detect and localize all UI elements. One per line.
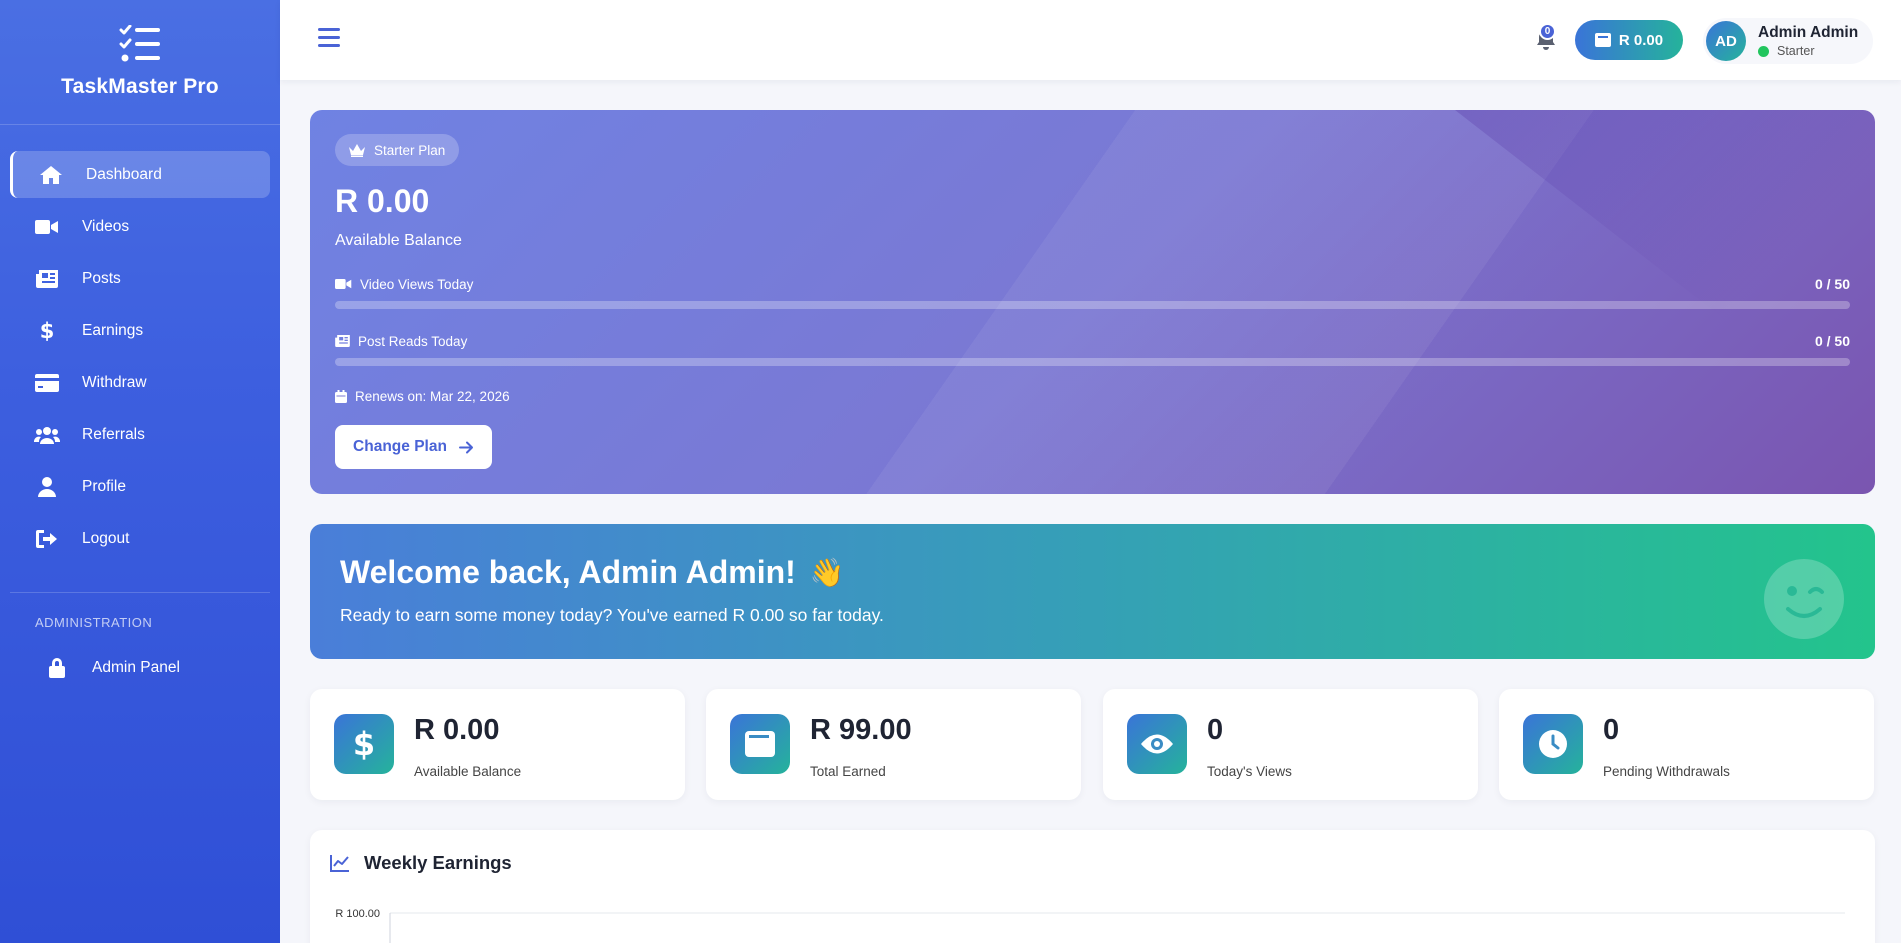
- sidebar-nav: Dashboard Videos Posts $ Earnings Withdr…: [0, 125, 280, 691]
- progress-value: 0 / 50: [1814, 276, 1850, 292]
- wink-face-icon: [1764, 559, 1844, 639]
- users-icon: [34, 424, 60, 446]
- wallet-balance: R 0.00: [1618, 31, 1664, 49]
- sidebar: TaskMaster Pro Dashboard Videos Posts $ …: [0, 0, 280, 943]
- stat-pending-withdrawals: 0 Pending Withdrawals: [1499, 689, 1874, 800]
- wallet-icon: [730, 714, 790, 774]
- plan-card: Starter Plan R 0.00 Available Balance Vi…: [310, 110, 1875, 494]
- progress-track: [335, 301, 1850, 309]
- user-status: Starter: [1758, 44, 1858, 58]
- stat-label: Total Earned: [810, 764, 886, 779]
- plan-balance-label: Available Balance: [335, 232, 462, 249]
- dollar-icon: $: [334, 714, 394, 774]
- status-dot-icon: [1758, 45, 1769, 57]
- stat-value: 0: [1603, 714, 1620, 746]
- welcome-banner: Welcome back, Admin Admin! 👋 Ready to ea…: [310, 524, 1875, 659]
- sidebar-item-profile[interactable]: Profile: [10, 463, 270, 510]
- notification-badge: 0: [1539, 23, 1556, 40]
- chart-title-text: Weekly Earnings: [364, 852, 512, 873]
- sidebar-item-posts[interactable]: Posts: [10, 255, 270, 302]
- stat-value: R 99.00: [810, 714, 912, 746]
- lock-icon: [44, 657, 70, 679]
- user-menu[interactable]: AD Admin Admin Starter: [1703, 18, 1873, 64]
- sidebar-item-label: Logout: [82, 529, 130, 547]
- renewal-text: Renews on: Mar 22, 2026: [355, 389, 510, 404]
- sidebar-item-label: Earnings: [82, 321, 144, 339]
- sidebar-item-label: Admin Panel: [92, 658, 180, 676]
- newspaper-icon: [335, 335, 350, 347]
- stat-label: Available Balance: [414, 764, 522, 779]
- brand: TaskMaster Pro: [0, 0, 280, 125]
- welcome-title: Welcome back, Admin Admin! 👋: [340, 554, 845, 591]
- sidebar-item-label: Dashboard: [86, 165, 162, 183]
- menu-toggle-icon[interactable]: [318, 28, 340, 50]
- crown-icon: [349, 143, 365, 157]
- sidebar-item-label: Referrals: [82, 425, 145, 443]
- sidebar-item-withdraw[interactable]: Withdraw: [10, 359, 270, 406]
- home-icon: [38, 164, 64, 186]
- stat-value: 0: [1207, 714, 1224, 746]
- progress-label: Video Views Today: [360, 276, 474, 292]
- sidebar-section-title: ADMINISTRATION: [35, 615, 153, 630]
- welcome-title-text: Welcome back, Admin Admin!: [340, 554, 796, 590]
- plan-badge-label: Starter Plan: [374, 142, 446, 158]
- sidebar-item-label: Posts: [82, 269, 121, 287]
- user-name: Admin Admin: [1758, 24, 1859, 41]
- weekly-earnings-card: Weekly Earnings R 100.00: [310, 830, 1875, 943]
- brand-title: TaskMaster Pro: [61, 75, 219, 98]
- change-plan-label: Change Plan: [353, 438, 447, 455]
- sidebar-item-referrals[interactable]: Referrals: [10, 411, 270, 458]
- user-plan: Starter: [1777, 44, 1815, 58]
- dollar-icon: $: [34, 320, 60, 342]
- eye-icon: [1127, 714, 1187, 774]
- user-icon: [34, 476, 60, 498]
- newspaper-icon: [34, 268, 60, 290]
- sidebar-divider: [10, 592, 270, 593]
- y-tick-label: R 100.00: [335, 908, 380, 920]
- calendar-icon: [335, 390, 347, 403]
- sidebar-item-label: Withdraw: [82, 373, 147, 391]
- wallet-icon: [1594, 33, 1611, 47]
- video-icon: [335, 279, 352, 289]
- topbar: 0 R 0.00 AD Admin Admin Starter: [280, 0, 1901, 80]
- video-icon: [34, 216, 60, 238]
- stat-label: Pending Withdrawals: [1603, 764, 1730, 779]
- plan-badge: Starter Plan: [335, 134, 460, 166]
- stat-label: Today's Views: [1207, 764, 1292, 779]
- sidebar-item-label: Profile: [82, 477, 126, 495]
- sidebar-item-logout[interactable]: Logout: [10, 515, 270, 562]
- progress-label: Post Reads Today: [358, 333, 468, 349]
- progress-value: 0 / 50: [1814, 333, 1850, 349]
- renewal-date: Renews on: Mar 22, 2026: [335, 389, 510, 404]
- wave-emoji: 👋: [809, 557, 845, 588]
- sidebar-item-dashboard[interactable]: Dashboard: [10, 151, 270, 198]
- tasks-icon: [119, 25, 160, 62]
- progress-track: [335, 358, 1850, 366]
- chart-title: Weekly Earnings: [330, 852, 512, 874]
- wallet-balance-button[interactable]: R 0.00: [1575, 20, 1683, 60]
- sidebar-item-videos[interactable]: Videos: [10, 203, 270, 250]
- arrow-right-icon: [458, 441, 473, 453]
- credit-card-icon: [34, 372, 60, 394]
- plan-balance: R 0.00: [335, 183, 430, 219]
- stat-todays-views: 0 Today's Views: [1103, 689, 1478, 800]
- welcome-message: Ready to earn some money today? You've e…: [340, 605, 884, 625]
- stat-total-earned: R 99.00 Total Earned: [706, 689, 1081, 800]
- line-chart-icon: [330, 855, 349, 872]
- avatar: AD: [1706, 21, 1746, 61]
- sidebar-item-admin-panel[interactable]: Admin Panel: [10, 644, 270, 691]
- logout-icon: [34, 528, 60, 550]
- stat-available-balance: $ R 0.00 Available Balance: [310, 689, 685, 800]
- video-views-progress: Video Views Today 0 / 50: [335, 276, 1850, 309]
- stat-value: R 0.00: [414, 714, 500, 746]
- post-reads-progress: Post Reads Today 0 / 50: [335, 333, 1850, 366]
- change-plan-button[interactable]: Change Plan: [335, 425, 492, 469]
- weekly-earnings-chart: R 100.00: [335, 908, 1845, 943]
- clock-icon: [1523, 714, 1583, 774]
- sidebar-item-earnings[interactable]: $ Earnings: [10, 307, 270, 354]
- svg-text:$: $: [353, 727, 375, 761]
- sidebar-item-label: Videos: [82, 217, 130, 235]
- svg-text:$: $: [40, 320, 54, 342]
